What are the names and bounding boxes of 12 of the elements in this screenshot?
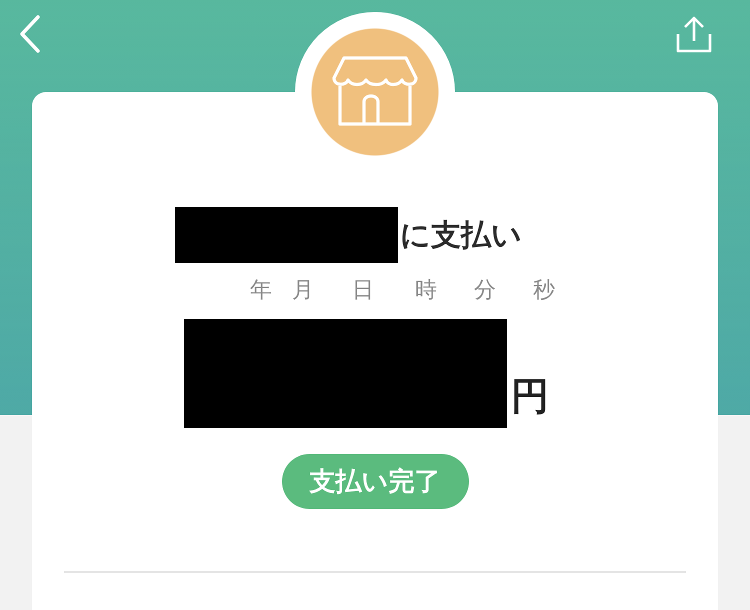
share-icon[interactable] [676, 16, 712, 54]
datetime-unit: 秒 [533, 277, 555, 305]
datetime-unit: 年 [250, 277, 272, 305]
currency-unit: 円 [511, 373, 549, 420]
status-badge: 支払い完了 [282, 454, 468, 509]
shop-icon [330, 56, 420, 126]
datetime-unit: 日 [352, 277, 374, 305]
back-icon[interactable] [18, 14, 42, 54]
payment-title: に支払い [400, 216, 522, 254]
datetime-unit: 時 [415, 277, 437, 305]
datetime-unit: 月 [292, 277, 314, 305]
datetime-unit: 分 [474, 277, 496, 305]
